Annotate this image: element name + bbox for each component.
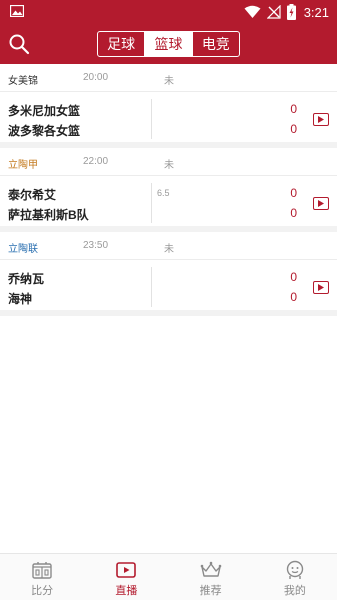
tab-esports[interactable]: 电竞 [191,32,239,56]
league-row: 立陶甲 22:00 未 [0,148,337,176]
away-score: 0 [290,122,297,136]
match-card[interactable]: 多米尼加女篮 波多黎各女篮 0 0 [0,92,337,148]
match-card[interactable]: 泰尔希艾 萨拉基利斯B队 6.5 0 0 [0,176,337,232]
crown-icon [200,561,221,577]
user-icon [286,560,304,579]
live-video-icon[interactable] [313,281,329,294]
wifi-icon [244,5,261,18]
nav-label: 比分 [31,584,54,597]
play-tv-icon [116,562,137,578]
bottom-nav: 比分 直播 推荐 我的 [0,553,337,600]
live-video-icon[interactable] [313,113,329,126]
home-score: 0 [290,102,297,116]
away-score: 0 [290,290,297,304]
status-time: 3:21 [303,4,329,20]
sport-tabs: 足球 篮球 电竞 [97,31,240,57]
match-status: 未 [164,160,174,171]
nav-item-live[interactable]: 直播 [84,554,168,600]
match-card[interactable]: 乔纳瓦 海神 0 0 [0,260,337,316]
league-row: 立陶联 23:50 未 [0,232,337,260]
league-name: 立陶联 [8,244,38,255]
home-score: 0 [290,186,297,200]
league-row: 女美锦 20:00 未 [0,64,337,92]
no-signal-icon [266,5,281,19]
away-team: 萨拉基利斯B队 [8,208,89,222]
handicap: 6.5 [157,188,170,198]
nav-item-recommend[interactable]: 推荐 [169,554,253,600]
league-name: 立陶甲 [8,160,38,171]
away-team: 波多黎各女篮 [8,124,81,138]
status-icons: 3:21 [244,3,329,21]
nav-label: 我的 [283,584,306,597]
league-name: 女美锦 [8,76,38,87]
nav-item-scores[interactable]: 比分 [0,554,84,600]
nav-item-mine[interactable]: 我的 [253,554,337,600]
match-status: 未 [164,244,174,255]
tab-basketball[interactable]: 篮球 [144,32,192,56]
home-score: 0 [290,270,297,284]
search-icon[interactable] [8,33,30,55]
divider [151,99,152,139]
match-status: 未 [164,76,174,87]
away-score: 0 [290,206,297,220]
nav-label: 推荐 [199,584,222,597]
battery-charging-icon [286,4,296,20]
match-list: 女美锦 20:00 未 多米尼加女篮 波多黎各女篮 0 0 立陶甲 22:00 … [0,64,337,316]
tab-football[interactable]: 足球 [98,32,144,56]
match-time: 23:50 [83,240,109,251]
scoreboard-icon [32,562,52,579]
home-team: 多米尼加女篮 [8,104,81,118]
match-time: 22:00 [83,156,109,167]
divider [151,183,152,223]
away-team: 海神 [8,292,33,306]
match-time: 20:00 [83,72,109,83]
nav-label: 直播 [115,584,138,597]
live-video-icon[interactable] [313,197,329,210]
divider [151,267,152,307]
app-root: 3:21 足球 篮球 电竞 女美锦 20:00 未 多米尼加女篮 波多黎各女篮 … [0,0,337,600]
home-team: 乔纳瓦 [8,272,45,286]
status-bar: 3:21 [0,0,337,24]
top-header: 足球 篮球 电竞 [0,24,337,64]
home-team: 泰尔希艾 [8,188,57,202]
image-notification-icon [10,5,24,17]
